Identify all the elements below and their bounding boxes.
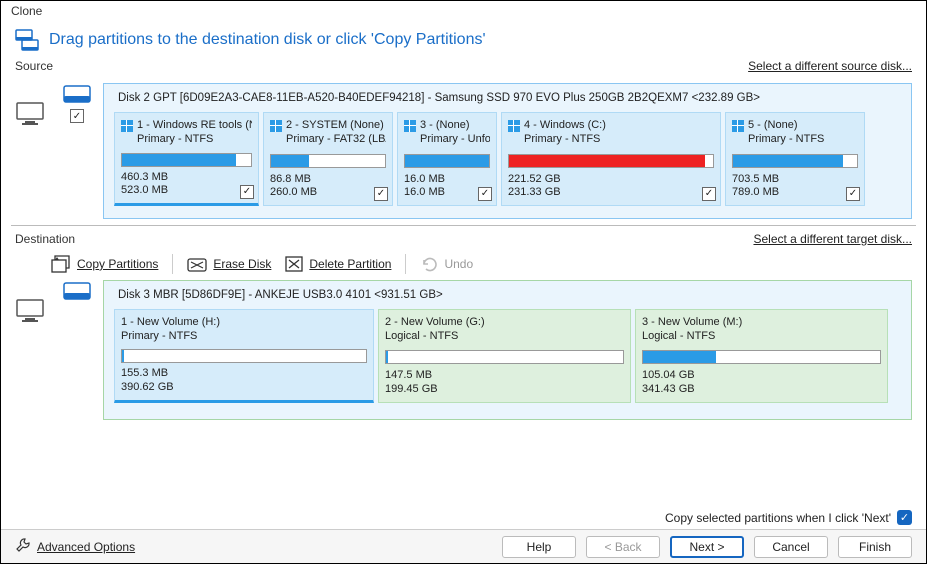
toolbar-separator — [172, 254, 173, 274]
undo-label: Undo — [444, 257, 473, 271]
partition-header: 2 - SYSTEM (None)Primary - FAT32 (LBA) — [286, 119, 386, 147]
partition[interactable]: 4 - Windows (C:)Primary - NTFS 221.52 GB2… — [501, 112, 721, 206]
partition[interactable]: 1 - Windows RE tools (NonPrimary - NTFS 4… — [114, 112, 259, 206]
partition-checkbox[interactable]: ✓ — [702, 187, 716, 201]
copy-next-label: Copy selected partitions when I click 'N… — [665, 511, 891, 525]
toolbar-separator — [405, 254, 406, 274]
partition-sizes: 221.52 GB231.33 GB — [508, 173, 714, 199]
destination-label: Destination — [15, 232, 75, 246]
window-title: Clone — [1, 1, 926, 23]
next-button[interactable]: Next > — [670, 536, 744, 558]
partition-header: 4 - Windows (C:)Primary - NTFS — [524, 119, 606, 147]
partition-header: 1 - Windows RE tools (NonPrimary - NTFS — [137, 119, 252, 147]
partition[interactable]: 2 - New Volume (G:)Logical - NTFS 147.5 M… — [378, 309, 631, 403]
disk-icon — [63, 282, 91, 300]
partition[interactable]: 2 - SYSTEM (None)Primary - FAT32 (LBA) 86… — [263, 112, 393, 206]
partition-header: 5 - (None)Primary - NTFS — [748, 119, 824, 147]
delete-partition-button[interactable]: Delete Partition — [285, 256, 391, 272]
computer-icon — [15, 298, 49, 327]
usage-bar — [508, 154, 714, 168]
undo-button: Undo — [420, 256, 473, 272]
partition-checkbox[interactable]: ✓ — [240, 185, 254, 199]
finish-button[interactable]: Finish — [838, 536, 912, 558]
usage-bar — [121, 349, 367, 363]
header: Drag partitions to the destination disk … — [1, 23, 926, 57]
partition-sizes: 460.3 MB523.0 MB — [121, 171, 252, 197]
partition-header: 3 - (None)Primary - Unformatted — [420, 119, 490, 147]
windows-icon — [121, 120, 133, 132]
partition-header: 2 - New Volume (G:)Logical - NTFS — [385, 316, 485, 344]
partition-header: 1 - New Volume (H:)Primary - NTFS — [121, 316, 220, 344]
usage-bar — [404, 154, 490, 168]
select-source-link[interactable]: Select a different source disk... — [748, 59, 912, 73]
usage-bar — [385, 350, 624, 364]
advanced-options-link[interactable]: Advanced Options — [15, 537, 135, 556]
copy-next-checkbox[interactable]: ✓ — [897, 510, 912, 525]
erase-disk-button[interactable]: Erase Disk — [187, 256, 271, 272]
header-text: Drag partitions to the destination disk … — [49, 31, 486, 49]
copy-partitions-label: Copy Partitions — [77, 257, 158, 271]
select-target-link[interactable]: Select a different target disk... — [753, 232, 912, 246]
windows-icon — [404, 120, 416, 132]
destination-disk-title: Disk 3 MBR [5D86DF9E] - ANKEJE USB3.0 41… — [114, 289, 901, 301]
partition-checkbox[interactable]: ✓ — [374, 187, 388, 201]
usage-bar — [270, 154, 386, 168]
usage-bar — [732, 154, 858, 168]
partition-checkbox[interactable]: ✓ — [478, 187, 492, 201]
destination-disk-box[interactable]: Disk 3 MBR [5D86DF9E] - ANKEJE USB3.0 41… — [103, 280, 912, 420]
computer-icon — [15, 101, 49, 130]
partition-sizes: 155.3 MB390.62 GB — [121, 367, 367, 393]
partition-sizes: 105.04 GB341.43 GB — [642, 369, 881, 395]
source-disk-checkbox[interactable]: ✓ — [70, 109, 84, 123]
windows-icon — [732, 120, 744, 132]
delete-partition-label: Delete Partition — [309, 257, 391, 271]
cancel-button[interactable]: Cancel — [754, 536, 828, 558]
usage-bar — [121, 153, 252, 167]
disk-icon — [63, 85, 91, 103]
advanced-options-label: Advanced Options — [37, 540, 135, 554]
partition-sizes: 86.8 MB260.0 MB — [270, 173, 386, 199]
help-button[interactable]: Help — [502, 536, 576, 558]
partition[interactable]: 5 - (None)Primary - NTFS 703.5 MB789.0 MB… — [725, 112, 865, 206]
partition[interactable]: 3 - (None)Primary - Unformatted16.0 MB16… — [397, 112, 497, 206]
partition-checkbox[interactable]: ✓ — [846, 187, 860, 201]
erase-disk-label: Erase Disk — [213, 257, 271, 271]
partition[interactable]: 1 - New Volume (H:)Primary - NTFS 155.3 M… — [114, 309, 374, 403]
source-disk-title: Disk 2 GPT [6D09E2A3-CAE8-11EB-A520-B40E… — [114, 92, 901, 104]
clone-disk-icon — [15, 29, 39, 51]
wrench-icon — [15, 537, 31, 556]
source-disk-box[interactable]: Disk 2 GPT [6D09E2A3-CAE8-11EB-A520-B40E… — [103, 83, 912, 219]
copy-partitions-button[interactable]: Copy Partitions — [51, 255, 158, 273]
windows-icon — [270, 120, 282, 132]
partition[interactable]: 3 - New Volume (M:)Logical - NTFS 105.04 … — [635, 309, 888, 403]
windows-icon — [508, 120, 520, 132]
partition-sizes: 147.5 MB199.45 GB — [385, 369, 624, 395]
source-label: Source — [15, 59, 53, 73]
partition-header: 3 - New Volume (M:)Logical - NTFS — [642, 316, 742, 344]
usage-bar — [642, 350, 881, 364]
back-button: < Back — [586, 536, 660, 558]
partition-sizes: 703.5 MB789.0 MB — [732, 173, 858, 199]
